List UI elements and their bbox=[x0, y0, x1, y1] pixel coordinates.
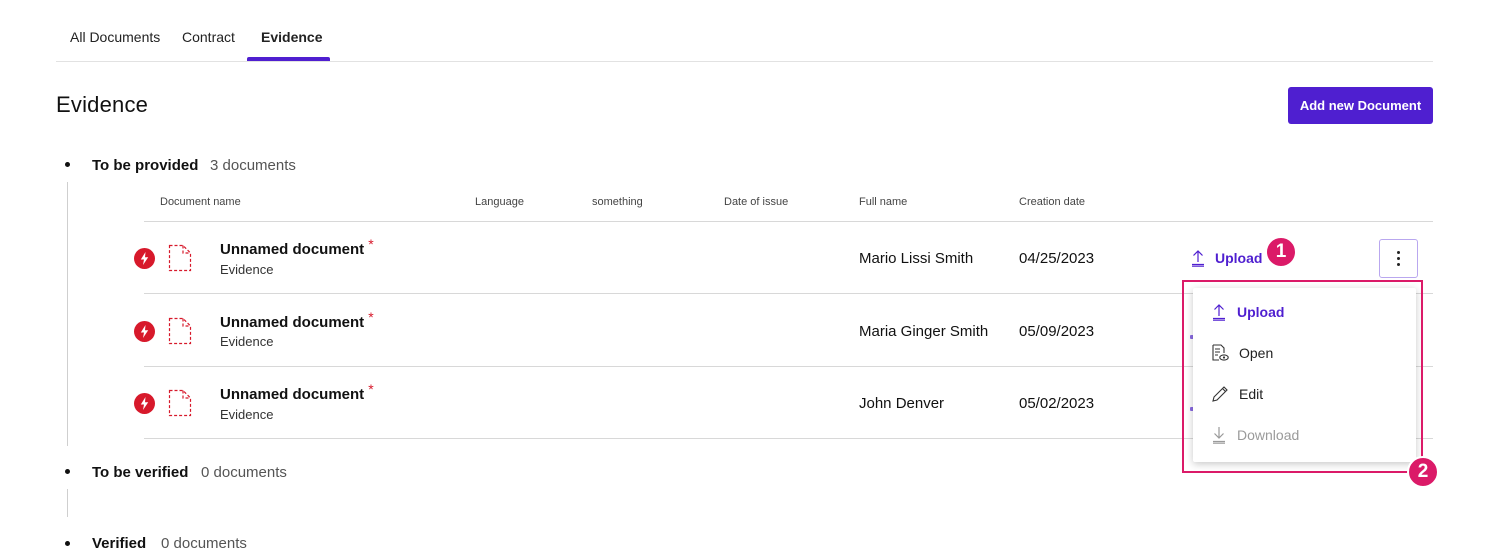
lightning-icon bbox=[134, 393, 155, 414]
annotation-badge-1: 1 bbox=[1265, 236, 1297, 268]
document-type: Evidence bbox=[220, 334, 274, 349]
tab-contract[interactable]: Contract bbox=[182, 29, 235, 45]
column-header-date-of-issue[interactable]: Date of issue bbox=[724, 196, 788, 208]
section-connector bbox=[67, 489, 68, 517]
tab-evidence[interactable]: Evidence bbox=[261, 29, 322, 45]
section-count: 0 documents bbox=[201, 464, 287, 481]
full-name-cell: Mario Lissi Smith bbox=[859, 250, 974, 267]
required-marker: * bbox=[368, 236, 374, 252]
column-header-language[interactable]: Language bbox=[475, 196, 524, 208]
creation-date-cell: 05/02/2023 bbox=[1019, 395, 1095, 412]
creation-date-cell: 04/25/2023 bbox=[1019, 250, 1095, 267]
add-new-document-button[interactable]: Add new Document bbox=[1288, 87, 1433, 124]
section-title-to-be-provided[interactable]: To be provided bbox=[92, 157, 198, 174]
menu-item-label: Edit bbox=[1239, 386, 1264, 402]
upload-icon bbox=[1213, 304, 1225, 321]
upload-icon bbox=[1192, 250, 1204, 267]
pencil-icon bbox=[1212, 386, 1228, 402]
tab-bar: All Documents Contract Evidence bbox=[56, 0, 1433, 62]
full-name-cell: Maria Ginger Smith bbox=[859, 323, 989, 340]
section-title-to-be-verified[interactable]: To be verified bbox=[92, 464, 188, 481]
kebab-dot bbox=[1397, 251, 1400, 254]
menu-item-label: Upload bbox=[1237, 304, 1285, 320]
document-type: Evidence bbox=[220, 407, 274, 422]
section-bullet bbox=[65, 541, 70, 546]
menu-item-edit[interactable]: Edit bbox=[1211, 385, 1263, 403]
tab-all-documents[interactable]: All Documents bbox=[70, 29, 160, 45]
column-header-document-name[interactable]: Document name bbox=[160, 196, 241, 208]
table-header-divider bbox=[144, 221, 1433, 222]
document-name[interactable]: Unnamed document * bbox=[220, 309, 374, 331]
menu-item-download: Download bbox=[1211, 426, 1299, 444]
lightning-icon bbox=[134, 321, 155, 342]
missing-file-icon bbox=[168, 389, 192, 417]
column-header-full-name[interactable]: Full name bbox=[859, 196, 907, 208]
more-actions-button[interactable] bbox=[1379, 239, 1418, 278]
menu-item-label: Open bbox=[1239, 345, 1274, 361]
required-marker: * bbox=[368, 381, 374, 397]
download-icon bbox=[1213, 427, 1225, 444]
active-tab-indicator bbox=[247, 57, 330, 61]
annotation-badge-2: 2 bbox=[1407, 456, 1439, 488]
document-name[interactable]: Unnamed document * bbox=[220, 236, 374, 258]
column-header-creation-date[interactable]: Creation date bbox=[1019, 196, 1085, 208]
lightning-icon bbox=[134, 248, 155, 269]
page-title: Evidence bbox=[56, 92, 149, 117]
section-connector bbox=[67, 182, 68, 446]
menu-item-open[interactable]: Open bbox=[1211, 344, 1273, 362]
missing-file-icon bbox=[168, 317, 192, 345]
open-document-icon bbox=[1212, 344, 1229, 361]
section-bullet bbox=[65, 162, 70, 167]
full-name-cell: John Denver bbox=[859, 395, 945, 412]
section-title-verified[interactable]: Verified bbox=[92, 535, 146, 552]
kebab-dot bbox=[1397, 257, 1400, 260]
document-name[interactable]: Unnamed document * bbox=[220, 381, 374, 403]
section-bullet bbox=[65, 469, 70, 474]
section-count: 3 documents bbox=[210, 157, 296, 174]
upload-link-label: Upload bbox=[1215, 250, 1263, 266]
required-marker: * bbox=[368, 309, 374, 325]
creation-date-cell: 05/09/2023 bbox=[1019, 323, 1095, 340]
column-header-something[interactable]: something bbox=[592, 196, 643, 208]
upload-link[interactable]: Upload bbox=[1190, 249, 1262, 267]
menu-item-label: Download bbox=[1237, 427, 1300, 443]
missing-file-icon bbox=[168, 244, 192, 272]
row-actions-menu: Upload Open Edit Download bbox=[1193, 288, 1416, 462]
document-type: Evidence bbox=[220, 262, 274, 277]
kebab-dot bbox=[1397, 263, 1400, 266]
section-count: 0 documents bbox=[161, 535, 247, 552]
menu-item-upload[interactable]: Upload bbox=[1211, 303, 1284, 321]
